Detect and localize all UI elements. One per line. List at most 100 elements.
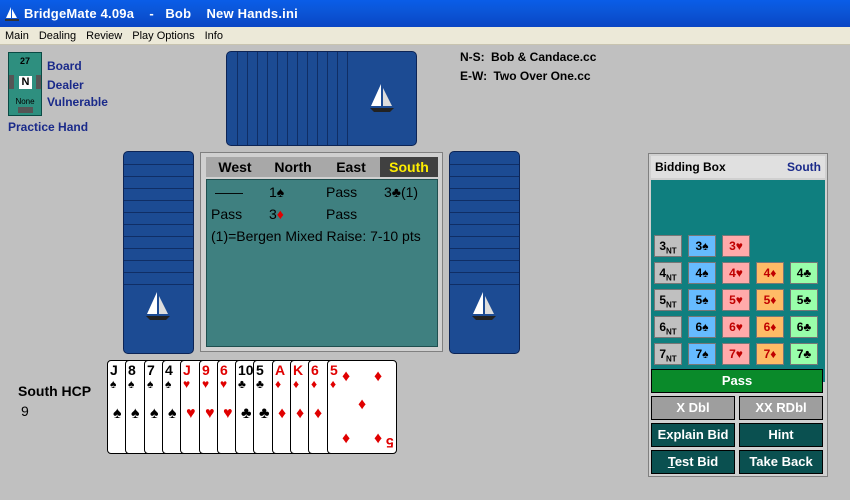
bid-button-6-s[interactable]: 6♠ — [688, 316, 716, 338]
card-suit: ♠ — [165, 377, 172, 391]
hcp-label: South HCP — [18, 383, 92, 399]
bid-button-3-nt[interactable]: 3NT — [654, 235, 682, 257]
card-pip: ♠ — [168, 405, 177, 422]
bid-button-4-nt[interactable]: 4NT — [654, 262, 682, 284]
menu-play-options[interactable]: Play Options — [127, 30, 199, 42]
card-rank: A — [275, 362, 286, 378]
auction-header-south: South — [380, 157, 438, 177]
card-pip: ♦ — [296, 405, 305, 422]
bid-button-6-d[interactable]: 6♦ — [756, 316, 784, 338]
ew-value: Two Over One.cc — [493, 69, 591, 83]
pass-button[interactable]: Pass — [651, 369, 823, 393]
card-suit: ♦ — [311, 377, 318, 391]
card-suit: ♣ — [238, 377, 246, 391]
bid-button-3-s[interactable]: 3♠ — [688, 235, 716, 257]
menu-review[interactable]: Review — [81, 30, 127, 42]
card-pip: ♠ — [113, 405, 122, 422]
ns-value: Bob & Candace.cc — [491, 50, 597, 64]
bid-button-4-d[interactable]: 4♦ — [756, 262, 784, 284]
card-rank: 9 — [202, 362, 210, 378]
bid-button-5-nt[interactable]: 5NT — [654, 289, 682, 311]
window-title: BridgeMate 4.09a - Bob New Hands.ini — [24, 6, 298, 21]
card-pip: ♥ — [223, 405, 233, 422]
card-rank: 4 — [165, 362, 173, 378]
menu-bar: Main Dealing Review Play Options Info — [0, 27, 850, 45]
sailboat-icon — [370, 84, 394, 112]
board-side-west — [9, 75, 14, 89]
auction-body: —— 1♠ Pass 3♣(1) Pass 3♦ Pass (1)=Bergen… — [206, 179, 438, 347]
west-hand — [123, 151, 194, 354]
bid-button-4-c[interactable]: 4♣ — [790, 262, 818, 284]
bid-button-7-h[interactable]: 7♥ — [722, 343, 750, 365]
bid-grid: 3NT 3♠ 3♥ 4NT 4♠ 4♥ 4♦ 4♣ 5NT 5♠ 5♥ 5♦ 5♣ 6NT 6♠ 6♥ 6♦ 6♣… — [651, 180, 825, 382]
north-hand — [226, 51, 417, 146]
card-suit: ♦ — [330, 377, 337, 391]
ew-label: E-W: — [460, 69, 488, 83]
playing-card[interactable]: 5 ♦ ♦ ♦ ♦ ♦ ♦ 5 — [327, 360, 397, 454]
card-pip: ♦ — [342, 430, 351, 447]
bidding-box-title: Bidding Box — [655, 160, 726, 174]
board-side-south — [18, 107, 33, 113]
bid-button-4-s[interactable]: 4♠ — [688, 262, 716, 284]
bid-button-3-h[interactable]: 3♥ — [722, 235, 750, 257]
bid-button-5-d[interactable]: 5♦ — [756, 289, 784, 311]
card-pip: ♦ — [278, 405, 287, 422]
card-suit: ♦ — [275, 377, 282, 391]
hcp-value: 9 — [21, 403, 29, 419]
bid-south-1: 3♣(1) — [384, 184, 419, 200]
ns-label: N-S: — [460, 50, 485, 64]
menu-main[interactable]: Main — [0, 30, 34, 42]
bid-east-1: Pass — [326, 184, 358, 200]
menu-dealing[interactable]: Dealing — [34, 30, 81, 42]
card-rank: 10 — [238, 362, 254, 378]
board-number: 27 — [19, 56, 30, 66]
east-hand — [449, 151, 520, 354]
bid-button-5-s[interactable]: 5♠ — [688, 289, 716, 311]
card-pip: ♠ — [131, 405, 140, 422]
card-pip: ♦ — [342, 368, 351, 385]
take-back-button[interactable]: Take Back — [739, 450, 823, 474]
ns-pair: N-S: Bob & Candace.cc — [460, 50, 596, 64]
card-pip: ♣ — [241, 405, 252, 422]
sailboat-icon — [472, 292, 496, 320]
card-suit: ♥ — [220, 377, 228, 391]
menu-info[interactable]: Info — [200, 30, 228, 42]
bid-button-5-c[interactable]: 5♣ — [790, 289, 818, 311]
sailboat-icon — [146, 292, 170, 320]
double-button[interactable]: X Dbl — [651, 396, 735, 420]
card-suit: ♣ — [256, 377, 264, 391]
bid-west-1: —— — [215, 184, 243, 200]
sailboat-icon — [5, 6, 19, 21]
board-side-east — [36, 75, 41, 89]
redouble-button[interactable]: XX RDbl — [739, 396, 823, 420]
auction-panel: West North East South —— 1♠ Pass 3♣(1) P… — [200, 152, 443, 352]
card-suit: ♠ — [147, 377, 154, 391]
bidding-box-seat: South — [787, 160, 821, 174]
hint-button[interactable]: Hint — [739, 423, 823, 447]
title-bar: BridgeMate 4.09a - Bob New Hands.ini — [0, 0, 850, 27]
bidding-box-header: Bidding Box South — [651, 156, 825, 178]
bid-button-5-h[interactable]: 5♥ — [722, 289, 750, 311]
bid-button-6-h[interactable]: 6♥ — [722, 316, 750, 338]
bid-button-7-c[interactable]: 7♣ — [790, 343, 818, 365]
card-rank-corner: 5 — [386, 435, 394, 451]
bid-button-4-h[interactable]: 4♥ — [722, 262, 750, 284]
bid-button-7-s[interactable]: 7♠ — [688, 343, 716, 365]
bid-button-6-nt[interactable]: 6NT — [654, 316, 682, 338]
card-rank: J — [183, 362, 191, 378]
card-rank: 5 — [330, 362, 338, 378]
card-rank: K — [293, 362, 304, 378]
card-suit: ♦ — [293, 377, 300, 391]
bid-west-2: Pass — [211, 206, 243, 222]
practice-hand-label: Practice Hand — [8, 120, 89, 134]
bid-button-7-d[interactable]: 7♦ — [756, 343, 784, 365]
bid-button-6-c[interactable]: 6♣ — [790, 316, 818, 338]
explain-bid-button[interactable]: Explain Bid — [651, 423, 735, 447]
bid-button-7-nt[interactable]: 7NT — [654, 343, 682, 365]
card-pip: ♥ — [205, 405, 215, 422]
bid-east-2: Pass — [326, 206, 358, 222]
test-bid-button[interactable]: Test Bid — [651, 450, 735, 474]
board-label: Board — [47, 59, 82, 73]
dealer-label: Dealer — [47, 78, 84, 92]
card-rank: 8 — [128, 362, 136, 378]
